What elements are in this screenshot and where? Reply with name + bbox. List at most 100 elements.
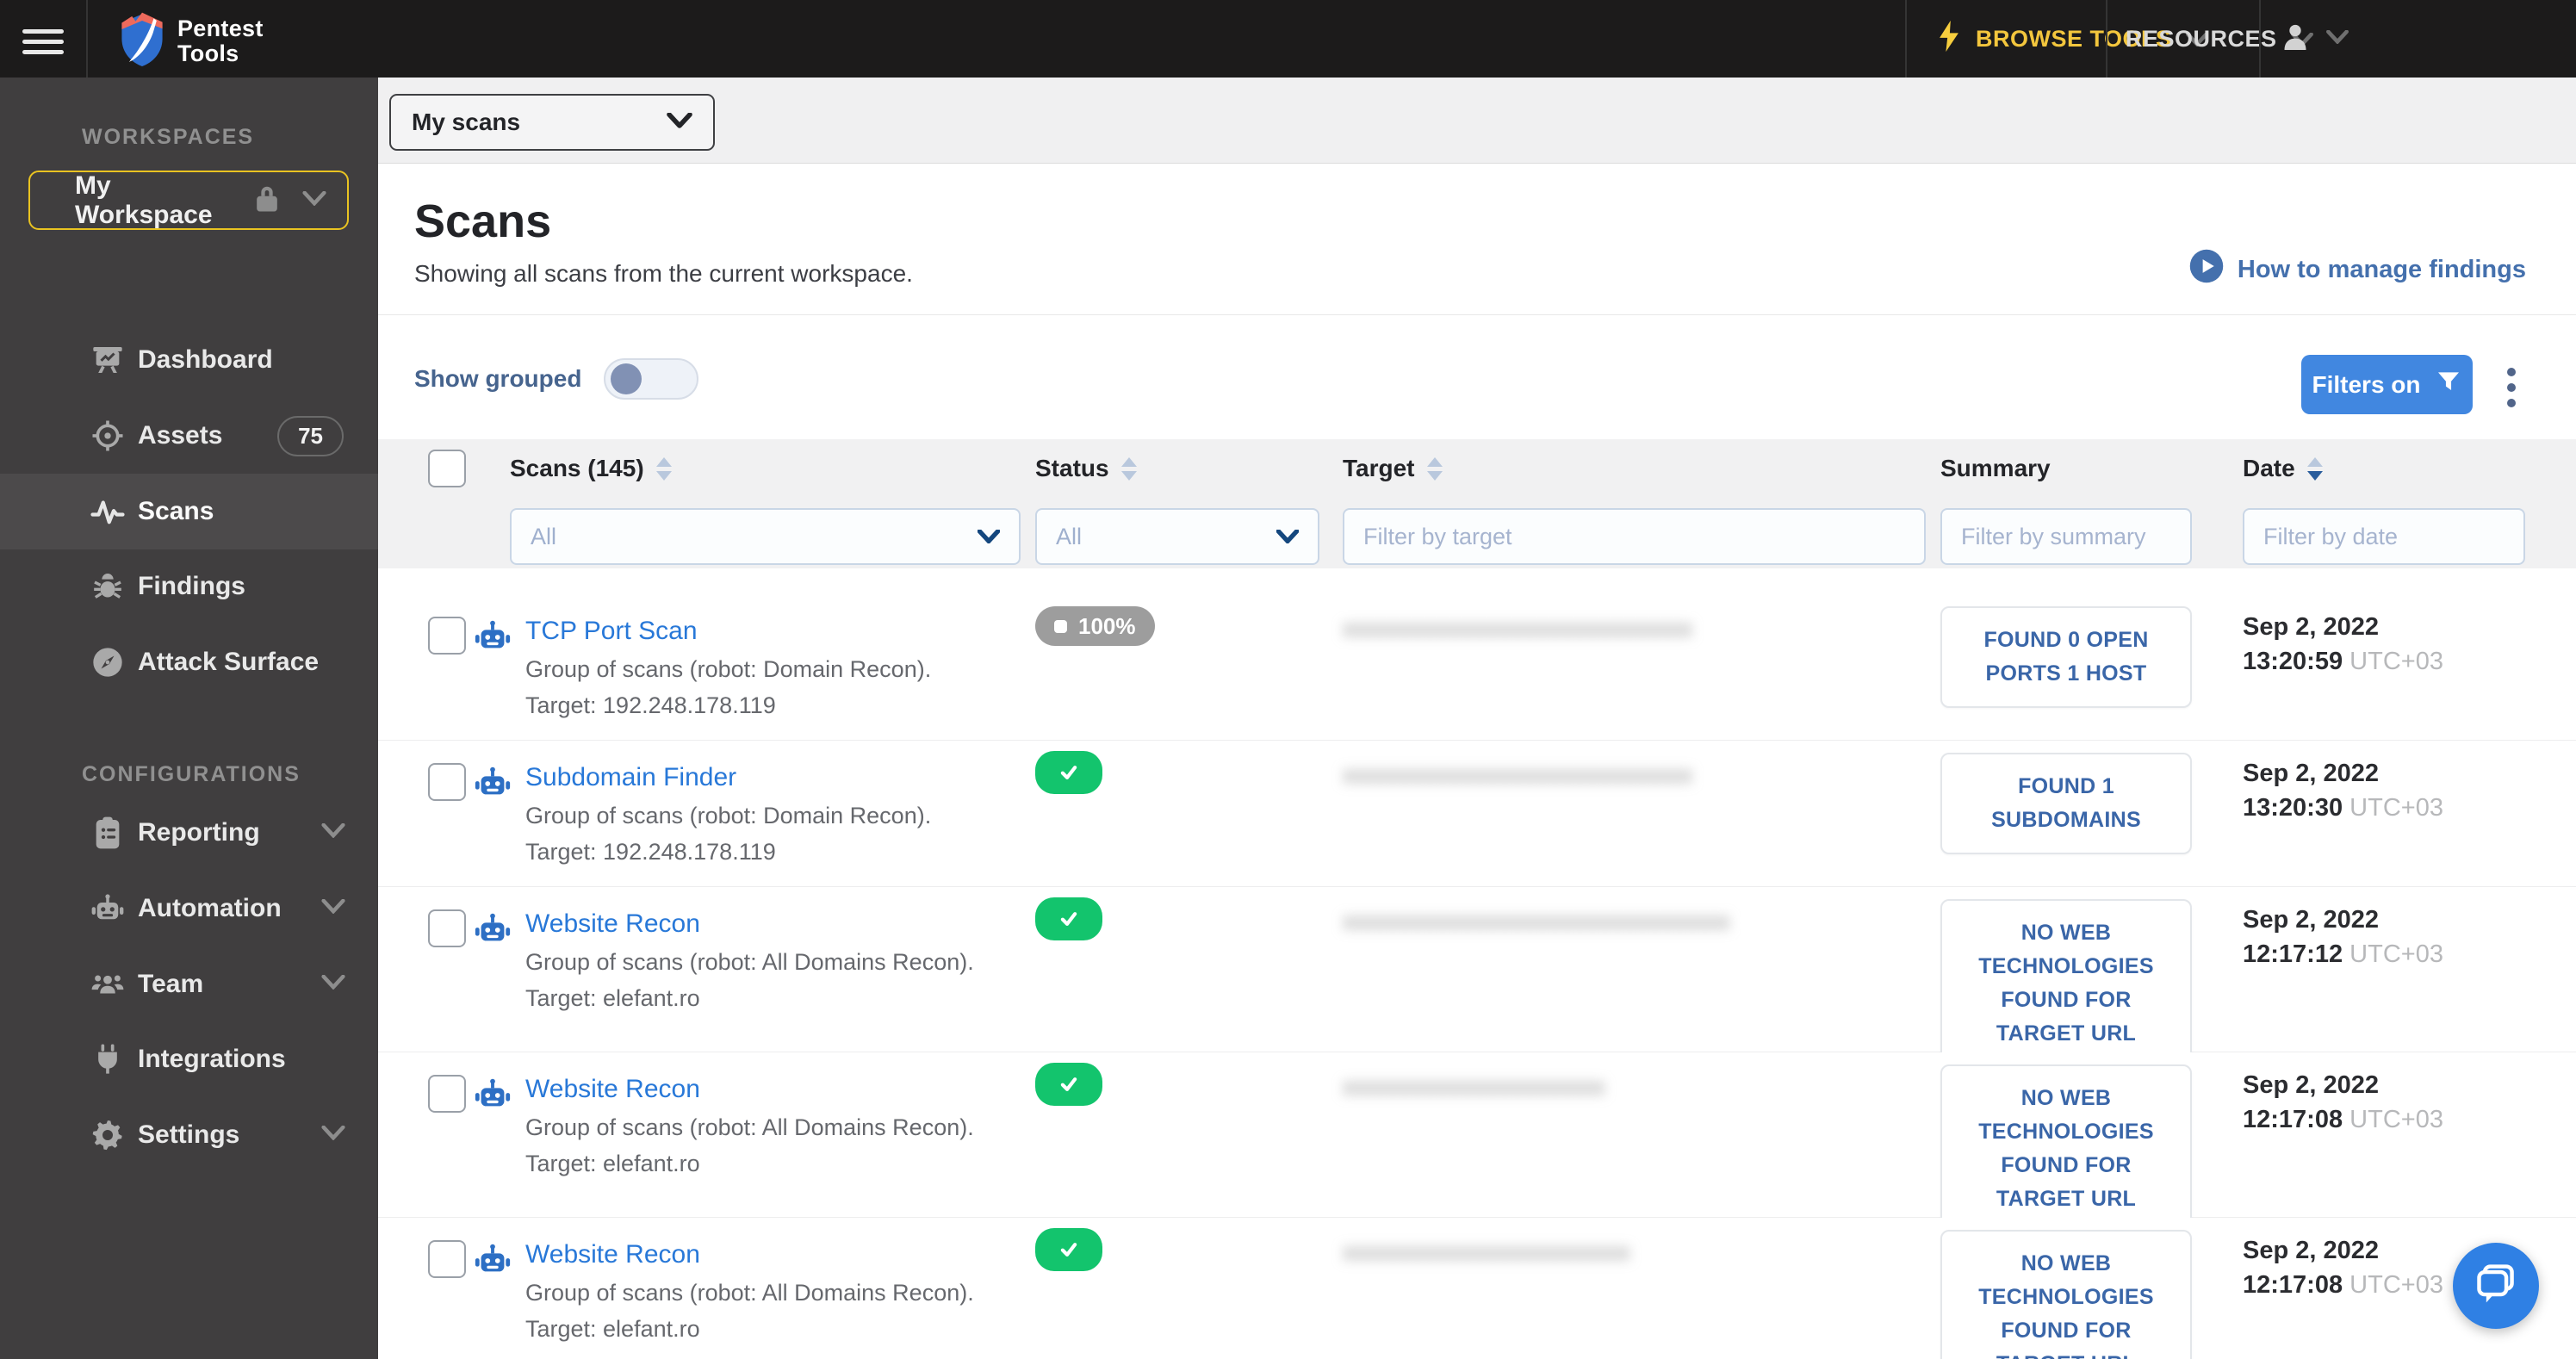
dashboard-board-icon [89, 341, 127, 379]
lightning-icon [1936, 19, 1962, 59]
robot-icon [473, 763, 511, 801]
scan-row: Website Recon Group of scans (robot: All… [378, 1052, 2576, 1233]
workspaces-section-label: WORKSPACES [82, 125, 255, 149]
time-value: 12:17:08 [2243, 1271, 2343, 1299]
sidebar-item-label: Automation [138, 894, 282, 922]
time-value: 12:17:12 [2243, 940, 2343, 968]
target-redacted-text: xxxxxxxxxxxxxxxxxxxxxxxxxxxx [1343, 615, 1692, 642]
pentest-tools-logo[interactable]: Pentest Tools [119, 11, 264, 71]
check-icon [1060, 766, 1077, 779]
check-icon [1060, 1243, 1077, 1257]
sidebar-item-label: Findings [138, 572, 245, 600]
bug-icon [89, 568, 127, 605]
sidebar-item-assets[interactable]: Assets 75 [0, 398, 378, 474]
sidebar-item-scans[interactable]: Scans [0, 474, 378, 549]
scan-title-link[interactable]: Website Recon [525, 909, 700, 939]
sidebar-item-label: Dashboard [138, 345, 273, 374]
scan-row: TCP Port Scan Group of scans (robot: Dom… [378, 594, 2576, 741]
row-checkbox[interactable] [428, 1240, 466, 1278]
pentest-tools-shield-logo [119, 11, 165, 71]
robot-icon [473, 1075, 511, 1113]
scan-row: Website Recon Group of scans (robot: All… [378, 887, 2576, 1068]
sidebar-item-team[interactable]: Team [0, 946, 378, 1022]
robot-icon [473, 617, 511, 655]
scan-row: Subdomain Finder Group of scans (robot: … [378, 741, 2576, 887]
summary-text: FOUND 0 OPEN PORTS 1 HOST [1983, 628, 2149, 686]
sidebar-item-attack-surface[interactable]: Attack Surface [0, 624, 378, 700]
time-value: 13:20:59 [2243, 648, 2343, 675]
gear-icon [89, 1116, 127, 1154]
sidebar-item-label: Settings [138, 1120, 240, 1149]
chevron-down-icon [321, 822, 345, 842]
chevron-down-icon [2326, 28, 2349, 48]
row-checkbox[interactable] [428, 1075, 466, 1113]
summary-card[interactable]: NO WEB TECHNOLOGIES FOUND FOR TARGET URL [1940, 1230, 2192, 1359]
sidebar-item-reporting[interactable]: Reporting [0, 795, 378, 871]
brand-name-line2: Tools [177, 40, 239, 66]
scan-description: Group of scans (robot: All Domains Recon… [525, 949, 974, 975]
scan-title-link[interactable]: Subdomain Finder [525, 763, 736, 792]
sidebar-item-findings[interactable]: Findings [0, 549, 378, 624]
summary-card[interactable]: NO WEB TECHNOLOGIES FOUND FOR TARGET URL [1940, 899, 2192, 1068]
account-menu[interactable] [2278, 0, 2349, 78]
chevron-down-icon [302, 190, 326, 210]
timezone-value: UTC+03 [2349, 648, 2443, 675]
sidebar-item-dashboard[interactable]: Dashboard [0, 322, 378, 398]
topbar-divider [2259, 0, 2261, 78]
sidebar-item-label: Team [138, 970, 204, 998]
workspace-selector[interactable]: My Workspace [28, 171, 349, 230]
sidebar-item-label: Assets [138, 421, 223, 450]
scan-target-line: Target: 192.248.178.119 [525, 692, 776, 718]
user-icon [2278, 20, 2312, 59]
row-checkbox[interactable] [428, 763, 466, 801]
scan-target-line: Target: 192.248.178.119 [525, 839, 776, 865]
row-checkbox[interactable] [428, 617, 466, 655]
assets-count-badge: 75 [277, 415, 344, 456]
target-icon [89, 417, 127, 455]
plug-icon [89, 1040, 127, 1078]
topbar-divider [2106, 0, 2107, 78]
scan-time: 13:20:59 UTC+03 [2243, 648, 2443, 676]
scan-date: Sep 2, 2022 [2243, 906, 2379, 934]
time-value: 12:17:08 [2243, 1106, 2343, 1133]
scan-date: Sep 2, 2022 [2243, 760, 2379, 787]
robot-icon [473, 1240, 511, 1278]
summary-card[interactable]: FOUND 0 OPEN PORTS 1 HOST [1940, 606, 2192, 708]
progress-percent: 100% [1078, 612, 1136, 639]
topbar-divider [1905, 0, 1907, 78]
scan-rows: TCP Port Scan Group of scans (robot: Dom… [378, 78, 2576, 1359]
summary-text: NO WEB TECHNOLOGIES FOUND FOR TARGET URL [1978, 921, 2154, 1046]
chevron-down-icon [321, 898, 345, 918]
sidebar-item-settings[interactable]: Settings [0, 1097, 378, 1173]
scan-description: Group of scans (robot: All Domains Recon… [525, 1280, 974, 1306]
scan-title-link[interactable]: Website Recon [525, 1075, 700, 1104]
brand-name-line1: Pentest [177, 15, 264, 41]
sidebar-item-label: Attack Surface [138, 648, 320, 676]
row-checkbox[interactable] [428, 909, 466, 947]
hamburger-menu-icon[interactable] [22, 23, 64, 54]
status-progress-pill: 100% [1035, 606, 1155, 646]
scan-time: 13:20:30 UTC+03 [2243, 794, 2443, 822]
scan-title-link[interactable]: Website Recon [525, 1240, 700, 1269]
main-content: My scans Scans Showing all scans from th… [378, 78, 2576, 1359]
target-redacted-text: xxxxxxxxxxxxxxxxxxxxxxx [1343, 1238, 1630, 1266]
scan-description: Group of scans (robot: Domain Recon). [525, 656, 932, 682]
summary-card[interactable]: NO WEB TECHNOLOGIES FOUND FOR TARGET URL [1940, 1064, 2192, 1233]
robot-icon [473, 909, 511, 947]
scan-target-line: Target: elefant.ro [525, 985, 700, 1011]
sidebar-item-automation[interactable]: Automation [0, 871, 378, 946]
scan-date: Sep 2, 2022 [2243, 1237, 2379, 1264]
target-redacted-text: xxxxxxxxxxxxxxxxxxxxx [1343, 1073, 1605, 1101]
resources-label: RESOURCES [2126, 25, 2277, 52]
summary-card[interactable]: FOUND 1 SUBDOMAINS [1940, 753, 2192, 854]
configurations-section-label: CONFIGURATIONS [82, 762, 301, 786]
sidebar-item-integrations[interactable]: Integrations [0, 1021, 378, 1097]
scan-title-link[interactable]: TCP Port Scan [525, 617, 698, 646]
chat-launcher-button[interactable] [2453, 1243, 2539, 1329]
status-check-pill [1035, 1063, 1102, 1106]
timezone-value: UTC+03 [2349, 940, 2443, 968]
status-check-pill [1035, 897, 1102, 940]
stop-square-icon [1054, 619, 1067, 633]
scan-date: Sep 2, 2022 [2243, 613, 2379, 641]
people-icon [89, 965, 127, 1003]
